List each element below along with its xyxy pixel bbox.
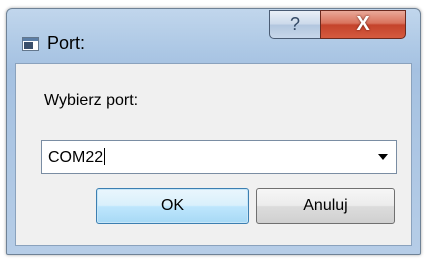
chevron-down-icon[interactable]: [378, 154, 388, 160]
close-button[interactable]: X: [320, 10, 406, 39]
text-caret: [104, 148, 106, 165]
port-prompt-label: Wybierz port:: [44, 92, 139, 109]
help-icon: ?: [289, 14, 300, 34]
port-combobox-value[interactable]: COM22: [48, 148, 106, 167]
ok-button-label: OK: [160, 197, 185, 214]
cancel-button-label: Anuluj: [303, 197, 348, 214]
cancel-button[interactable]: Anuluj: [256, 188, 395, 224]
ok-button[interactable]: OK: [96, 188, 249, 224]
title-bar[interactable]: Port: ? X: [7, 9, 420, 59]
port-combobox[interactable]: COM22: [41, 140, 397, 174]
dialog-body: Wybierz port: COM22 OK Anuluj: [15, 63, 412, 246]
help-button[interactable]: ?: [269, 10, 321, 39]
close-icon: X: [356, 13, 370, 35]
window-title: Port:: [47, 33, 86, 53]
port-dialog-window: Port: ? X Wybierz port: COM22 OK Anuluj: [6, 8, 421, 255]
window-icon: [22, 37, 39, 51]
